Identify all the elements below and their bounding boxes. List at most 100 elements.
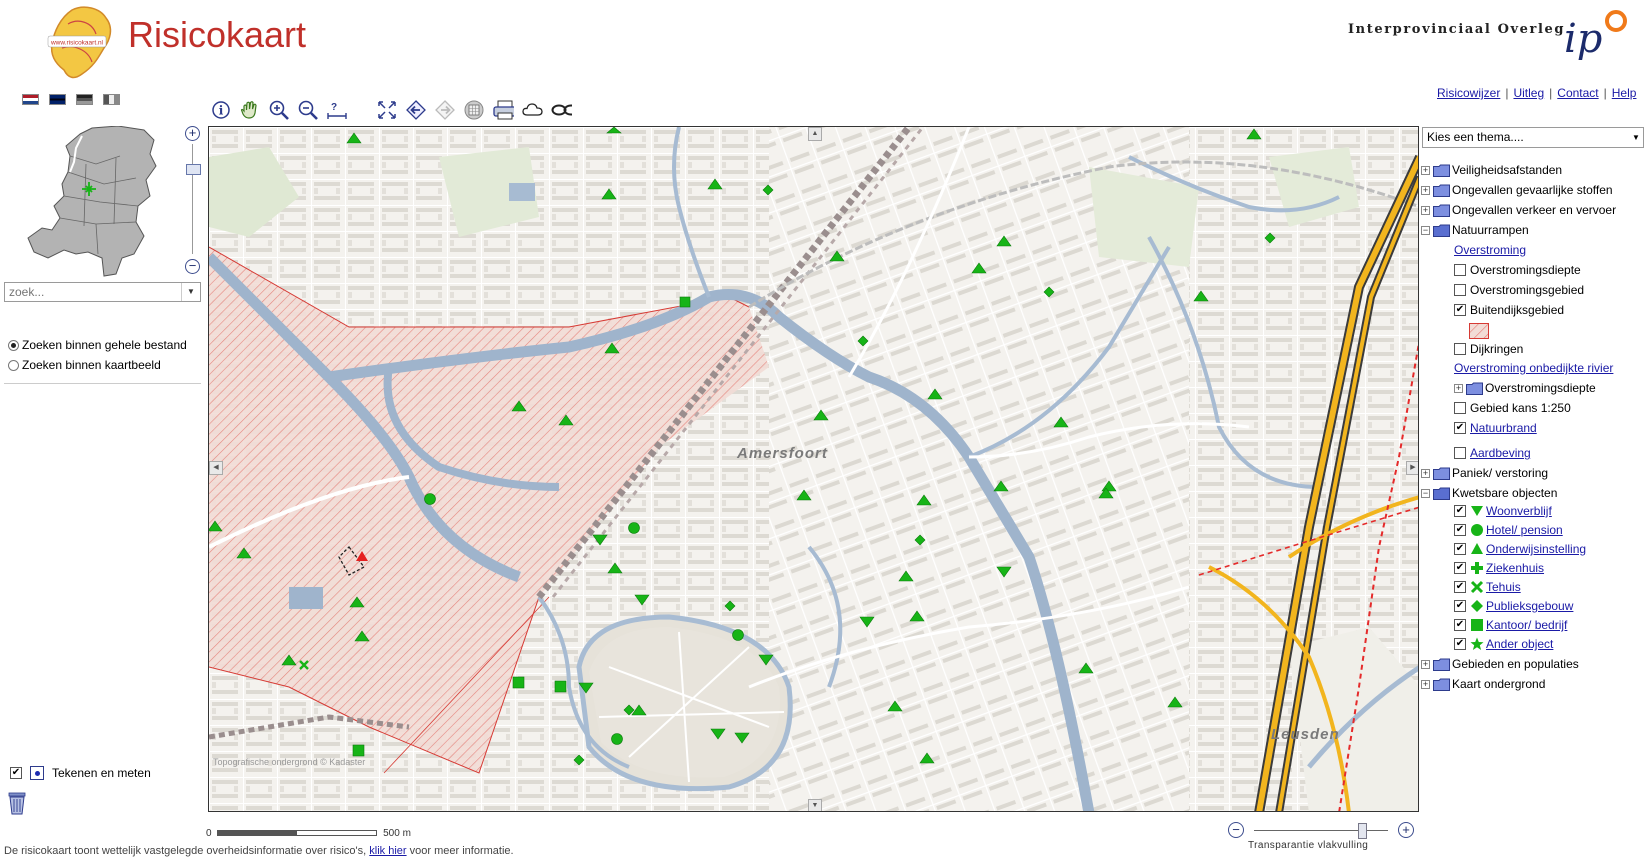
layer-checkbox[interactable]: ✔ [1454,524,1466,536]
layer-checkbox[interactable]: ✔ [1454,581,1466,593]
layer-checkbox[interactable]: ✔ [1454,304,1466,316]
tree-link-label[interactable]: Kantoor/ bedrijf [1486,618,1567,632]
expand-icon[interactable]: + [1421,205,1430,215]
layer-checkbox[interactable]: ✔ [1454,505,1466,517]
marker-square[interactable] [679,296,691,308]
buffer-icon[interactable] [463,99,485,121]
expand-icon[interactable]: + [1421,185,1430,195]
link-risicowijzer[interactable]: Risicowijzer [1437,86,1500,100]
tree-buitendijksgebied[interactable]: ✔ Buitendijksgebied [1454,300,1564,320]
tree-onderwijs[interactable]: ✔ Onderwijsinstelling [1454,539,1586,559]
expand-icon[interactable]: + [1421,679,1430,689]
theme-select[interactable]: Kies een thema.... ▼ [1422,127,1644,148]
transparency-knob[interactable] [1358,823,1367,839]
tree-overstroming-onbedijkt[interactable]: Overstroming onbedijkte rivier [1454,358,1613,378]
tree-link-label[interactable]: Hotel/ pension [1486,523,1563,537]
zoom-in-icon[interactable] [268,99,290,121]
cloud-icon[interactable] [521,99,543,121]
zoom-knob[interactable] [186,164,201,175]
map-viewer[interactable]: Amersfoort Leusden Topografische ondergr… [208,126,1419,812]
tree-link-label[interactable]: Overstroming onbedijkte rivier [1454,361,1613,375]
transparency-decrease-button[interactable]: − [1228,822,1244,838]
link-help[interactable]: Help [1612,86,1637,100]
tree-aardbeving[interactable]: Aardbeving [1454,443,1531,463]
tree-ongevallen-verkeer[interactable]: + Ongevallen verkeer en vervoer [1421,200,1616,220]
collapse-icon[interactable]: − [1421,225,1430,235]
tree-gebieden[interactable]: + Gebieden en populaties [1421,654,1579,674]
uk-flag-icon[interactable] [49,94,66,105]
footer-link[interactable]: klik hier [369,845,406,857]
theme-dropdown-icon[interactable]: ▼ [1629,128,1643,147]
expand-icon[interactable]: + [1421,468,1430,478]
tree-kaart-ondergrond[interactable]: + Kaart ondergrond [1421,674,1545,694]
link-contact[interactable]: Contact [1557,86,1598,100]
link-uitleg[interactable]: Uitleg [1513,86,1544,100]
layer-checkbox[interactable] [1454,264,1466,276]
layer-checkbox[interactable]: ✔ [1454,562,1466,574]
tree-natuurbrand[interactable]: ✔ Natuurbrand [1454,418,1537,438]
expand-icon[interactable]: + [1454,383,1463,393]
forward-icon[interactable] [434,99,456,121]
tree-link-label[interactable]: Onderwijsinstelling [1486,542,1586,556]
search-option-view[interactable]: Zoeken binnen kaartbeeld [8,358,161,372]
tree-link-label[interactable]: Tehuis [1486,580,1521,594]
tree-overstroming[interactable]: Overstroming [1454,240,1526,260]
tree-overstromingsgebied[interactable]: Overstromingsgebied [1454,280,1584,300]
tree-link-label[interactable]: Woonverblijf [1486,504,1552,518]
tree-overstromingsdiepte-folder[interactable]: + Overstromingsdiepte [1454,378,1596,398]
tree-link-label[interactable]: Aardbeving [1470,446,1531,460]
zoom-track[interactable] [192,144,193,254]
link-icon[interactable] [550,99,572,121]
tree-ongevallen-stoffen[interactable]: + Ongevallen gevaarlijke stoffen [1421,180,1613,200]
collapse-icon[interactable]: − [1421,488,1430,498]
back-icon[interactable] [405,99,427,121]
tree-link-label[interactable]: Publieksgebouw [1486,599,1573,613]
tree-link-label[interactable]: Overstroming [1454,243,1526,257]
marker-square[interactable] [352,744,365,757]
marker-circle[interactable] [628,522,640,534]
tree-ziekenhuis[interactable]: ✔ Ziekenhuis [1454,558,1544,578]
layer-checkbox[interactable]: ✔ [1454,638,1466,650]
tree-kwetsbare[interactable]: − Kwetsbare objecten [1421,483,1557,503]
radio-view[interactable] [8,359,19,371]
layer-checkbox[interactable]: ✔ [1454,600,1466,612]
pan-hand-icon[interactable] [239,99,261,121]
draw-checkbox[interactable]: ✔ [10,767,22,779]
marker-square[interactable] [554,680,567,693]
pan-right-button[interactable]: ▶ [1406,461,1418,475]
search-dropdown-icon[interactable]: ▼ [181,283,200,301]
marker-square[interactable] [512,676,525,689]
layer-checkbox[interactable]: ✔ [1454,543,1466,555]
draw-tool-icon[interactable] [30,766,44,780]
measure-icon[interactable]: ? [326,99,348,121]
nl-flag-icon[interactable] [22,94,39,105]
layer-checkbox[interactable] [1454,343,1466,355]
tree-natuurrampen[interactable]: − Natuurrampen [1421,220,1529,240]
tree-link-label[interactable]: Natuurbrand [1470,421,1537,435]
overview-map[interactable] [26,125,158,278]
overview-zoom-in-button[interactable]: + [185,126,200,141]
layer-checkbox[interactable]: ✔ [1454,619,1466,631]
tree-dijkringen[interactable]: Dijkringen [1454,339,1523,359]
tree-woonverblijf[interactable]: ✔ Woonverblijf [1454,501,1552,521]
expand-icon[interactable]: + [1421,165,1430,175]
marker-circle[interactable] [611,733,623,745]
marker-circle[interactable] [424,493,436,505]
layer-checkbox[interactable]: ✔ [1454,422,1466,434]
tree-paniek[interactable]: + Paniek/ verstoring [1421,463,1548,483]
zoom-out-icon[interactable] [297,99,319,121]
full-extent-icon[interactable] [376,99,398,121]
tree-publieks[interactable]: ✔ Publieksgebouw [1454,596,1573,616]
radio-whole[interactable] [8,339,19,351]
search-input[interactable] [5,283,183,300]
overview-zoom-out-button[interactable]: − [185,259,200,274]
tree-veiligheid[interactable]: + Veiligheidsafstanden [1421,160,1562,180]
transparency-track[interactable] [1254,830,1388,831]
expand-icon[interactable]: + [1421,659,1430,669]
de-flag-icon[interactable] [76,94,93,105]
info-icon[interactable]: i [210,99,232,121]
pan-down-button[interactable]: ▼ [808,799,822,811]
layer-checkbox[interactable] [1454,402,1466,414]
layer-checkbox[interactable] [1454,284,1466,296]
tree-tehuis[interactable]: ✔ Tehuis [1454,577,1521,597]
